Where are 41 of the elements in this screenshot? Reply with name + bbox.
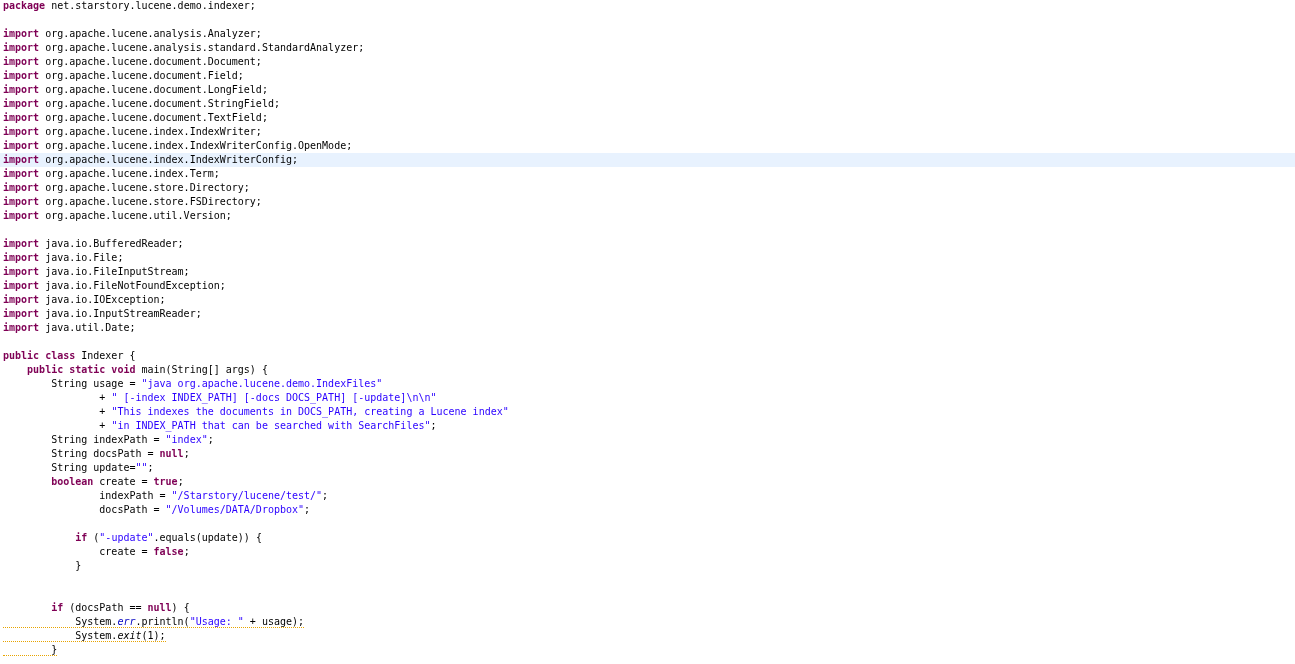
code-line: + " [-index INDEX_PATH] [-docs DOCS_PATH] [-update]\n\n" bbox=[98, 392, 437, 404]
code-line: } bbox=[3, 644, 58, 656]
code-line: import org.apache.lucene.store.Directory; bbox=[3, 182, 250, 194]
code-line: import java.io.InputStreamReader; bbox=[3, 308, 202, 320]
code-line: import org.apache.lucene.index.IndexWriterConfig; bbox=[3, 154, 298, 166]
code-line: create = false; bbox=[98, 546, 190, 558]
code-line: import org.apache.lucene.document.Document; bbox=[3, 56, 262, 68]
code-line: if ("-update".equals(update)) { bbox=[74, 532, 262, 544]
code-line: import org.apache.lucene.document.LongField; bbox=[3, 84, 268, 96]
code-line: indexPath = "/Starstory/lucene/test/"; bbox=[98, 490, 329, 502]
code-line: if (docsPath == null) { bbox=[50, 602, 190, 614]
code-line: } bbox=[74, 560, 82, 572]
code-line: import org.apache.lucene.index.IndexWriterConfig.OpenMode; bbox=[3, 140, 353, 152]
code-line: import java.util.Date; bbox=[3, 322, 136, 334]
code-line: import org.apache.lucene.analysis.standard.StandardAnalyzer; bbox=[3, 42, 365, 54]
code-line: import org.apache.lucene.document.Field; bbox=[3, 70, 244, 82]
code-line: String docsPath = null; bbox=[50, 448, 190, 460]
code-line: System.err.println("Usage: " + usage); bbox=[3, 616, 305, 628]
code-line: import org.apache.lucene.document.TextField; bbox=[3, 112, 268, 124]
code-line: import org.apache.lucene.index.Term; bbox=[3, 168, 220, 180]
code-line: public static void main(String[] args) { bbox=[26, 364, 268, 376]
code-line: public class Indexer { bbox=[3, 350, 136, 362]
code-line: import java.io.BufferedReader; bbox=[3, 238, 184, 250]
code-line: import org.apache.lucene.analysis.Analyzer; bbox=[3, 28, 262, 40]
code-line: import java.io.IOException; bbox=[3, 294, 166, 306]
code-line: import java.io.FileNotFoundException; bbox=[3, 280, 226, 292]
code-line: import org.apache.lucene.index.IndexWriter; bbox=[3, 126, 262, 138]
code-line: package net.starstory.lucene.demo.indexer; bbox=[3, 0, 256, 12]
code-line: String indexPath = "index"; bbox=[50, 434, 214, 446]
code-line: System.exit(1); bbox=[3, 630, 166, 642]
code-line: boolean create = true; bbox=[50, 476, 184, 488]
code-line: import org.apache.lucene.store.FSDirectory; bbox=[3, 196, 262, 208]
code-line: import java.io.File; bbox=[3, 252, 124, 264]
code-line: String update=""; bbox=[50, 462, 154, 474]
code-line: import org.apache.lucene.document.StringField; bbox=[3, 98, 280, 110]
code-line: + "in INDEX_PATH that can be searched with SearchFiles"; bbox=[98, 420, 437, 432]
code-line: String usage = "java org.apache.lucene.demo.IndexFiles" bbox=[50, 378, 383, 390]
code-line: import java.io.FileInputStream; bbox=[3, 266, 190, 278]
code-line: + "This indexes the documents in DOCS_PATH, creating a Lucene index" bbox=[98, 406, 509, 418]
code-line: docsPath = "/Volumes/DATA/Dropbox"; bbox=[98, 504, 311, 516]
code-line: import org.apache.lucene.util.Version; bbox=[3, 210, 232, 222]
